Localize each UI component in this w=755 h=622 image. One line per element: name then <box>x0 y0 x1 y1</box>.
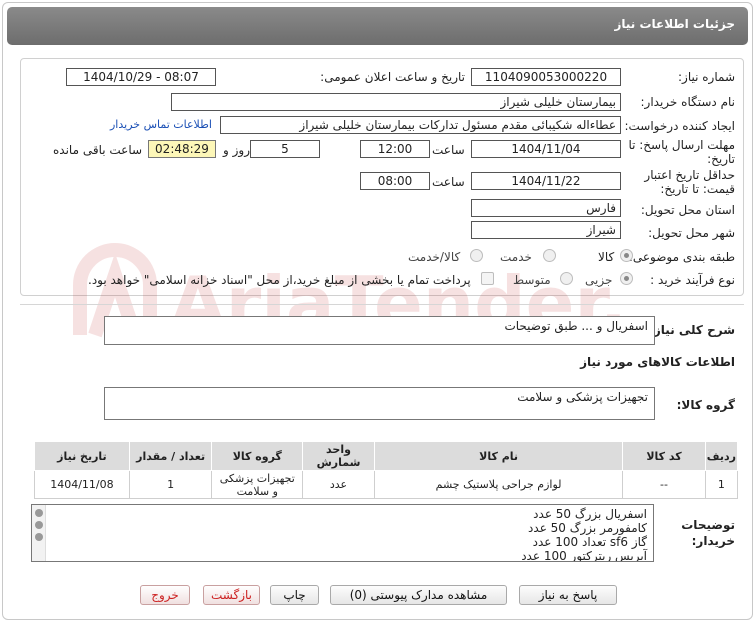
summary-label: شرح کلی نیاز: <box>649 323 735 337</box>
buyer-org-label: نام دستگاه خریدار: <box>640 95 736 109</box>
col-header-code: کد کالا <box>622 441 706 471</box>
city-label: شهر محل تحویل: <box>648 226 735 240</box>
remaining-label: ساعت باقی مانده <box>53 143 143 157</box>
validity-time-field: 08:00 <box>360 172 430 190</box>
attachments-button[interactable]: مشاهده مدارک پیوستی (0) <box>330 585 507 605</box>
announce-field: 1404/10/29 - 08:07 <box>66 68 216 86</box>
province-field: فارس <box>471 199 621 217</box>
notes-label-line2: خریدار: <box>691 534 735 548</box>
category-option-service: خدمت <box>500 250 532 264</box>
col-header-quantity: تعداد / مقدار <box>128 441 213 471</box>
process-radio-minor[interactable] <box>620 272 633 285</box>
cell-group: تجهیزات پزشکی و سلامت <box>211 470 304 499</box>
col-header-unit: واحد شمارش <box>302 441 375 471</box>
process-option-minor: جزیی <box>585 273 613 287</box>
scroll-thumb-icon[interactable] <box>35 521 43 529</box>
cell-name: لوازم جراحی پلاستیک چشم <box>373 470 624 499</box>
cell-quantity: 1 <box>128 470 213 499</box>
treasury-checkbox[interactable] <box>481 272 494 285</box>
reply-button[interactable]: پاسخ به نیاز <box>519 585 617 605</box>
deadline-date-field: 1404/11/04 <box>471 140 621 158</box>
category-radio-goods[interactable] <box>620 249 633 262</box>
col-header-row-number: ردیف <box>704 441 739 471</box>
need-number-field: 1104090053000220 <box>471 68 621 86</box>
creator-label: ایجاد کننده درخواست: <box>624 119 735 133</box>
validity-hour-label: ساعت <box>432 175 465 189</box>
category-option-goods-service: کالا/خدمت <box>408 250 461 264</box>
cell-need-date: 1404/11/08 <box>34 470 130 499</box>
items-table: ردیف کد کالا نام کالا واحد شمارش گروه کا… <box>34 441 739 499</box>
buyer-contact-link[interactable]: اطلاعات تماس خریدار <box>110 118 212 131</box>
notes-line: اسفریال بزرگ 50 عدد <box>533 507 647 521</box>
deadline-label-line1: مهلت ارسال پاسخ: تا <box>628 138 735 152</box>
city-field: شیراز <box>471 221 621 239</box>
process-radio-medium[interactable] <box>560 272 573 285</box>
col-header-need-date: تاریخ نیاز <box>34 441 130 471</box>
notes-line: آیریس ریترکتور 100 عدد <box>521 549 647 562</box>
scroll-up-icon[interactable] <box>35 509 43 517</box>
notes-line: گاز sf6 تعداد 100 عدد <box>532 535 647 549</box>
validity-date-field: 1404/11/22 <box>471 172 621 190</box>
buyer-org-field: بیمارستان خلیلی شیراز <box>171 93 621 111</box>
deadline-hour-label: ساعت <box>432 143 465 157</box>
page-title: جزئیات اطلاعات نیاز <box>614 17 735 31</box>
col-header-name: نام کالا <box>373 441 624 471</box>
process-label: نوع فرآیند خرید : <box>650 273 735 287</box>
province-label: استان محل تحویل: <box>640 203 735 217</box>
goods-group-field: تجهیزات پزشکی و سلامت <box>104 387 655 420</box>
days-label: روز و <box>223 143 250 157</box>
goods-group-label: گروه کالا: <box>676 398 735 412</box>
validity-label-line1: حداقل تاریخ اعتبار <box>644 168 735 182</box>
category-radio-service[interactable] <box>543 249 556 262</box>
category-option-goods: کالا <box>598 250 615 264</box>
notes-label-line1: توضیحات <box>681 518 735 532</box>
summary-field: اسفریال و ... طبق توضیحات <box>104 316 655 345</box>
exit-button[interactable]: خروج <box>140 585 190 605</box>
scroll-down-icon[interactable] <box>35 533 43 541</box>
announce-label: تاریخ و ساعت اعلان عمومی: <box>320 70 465 84</box>
back-button[interactable]: بازگشت <box>203 585 260 605</box>
table-header-row: ردیف کد کالا نام کالا واحد شمارش گروه کا… <box>34 441 739 471</box>
need-number-label: شماره نیاز: <box>678 70 735 84</box>
category-radio-goods-service[interactable] <box>470 249 483 262</box>
cell-unit: عدد <box>302 470 375 499</box>
divider <box>20 304 744 305</box>
treasury-note: پرداخت تمام یا بخشی از مبلغ خرید،از محل … <box>88 273 471 287</box>
days-field: 5 <box>250 140 320 158</box>
process-option-medium: متوسط <box>513 273 551 287</box>
deadline-time-field: 12:00 <box>360 140 430 158</box>
category-label: طبقه بندی موضوعی: <box>628 250 735 264</box>
notes-line: کامفورمر بزرگ 50 عدد <box>528 521 647 535</box>
col-header-group: گروه کالا <box>211 441 304 471</box>
table-row[interactable]: 1 -- لوازم جراحی پلاستیک چشم عدد تجهیزات… <box>34 470 739 499</box>
cell-code: -- <box>622 470 706 499</box>
remaining-timer: 02:48:29 <box>148 140 216 158</box>
cell-row-number: 1 <box>704 470 739 499</box>
goods-section-title: اطلاعات کالاهای مورد نیاز <box>580 355 735 369</box>
print-button[interactable]: چاپ <box>270 585 319 605</box>
deadline-label-line2: تاریخ: <box>707 152 735 166</box>
validity-label-line2: قیمت: تا تاریخ: <box>660 182 735 196</box>
creator-field: عطاءاله شکیبائی مقدم مسئول تدارکات بیمار… <box>220 116 621 134</box>
notes-field: اسفریال بزرگ 50 عدد کامفورمر بزرگ 50 عدد… <box>31 504 654 562</box>
